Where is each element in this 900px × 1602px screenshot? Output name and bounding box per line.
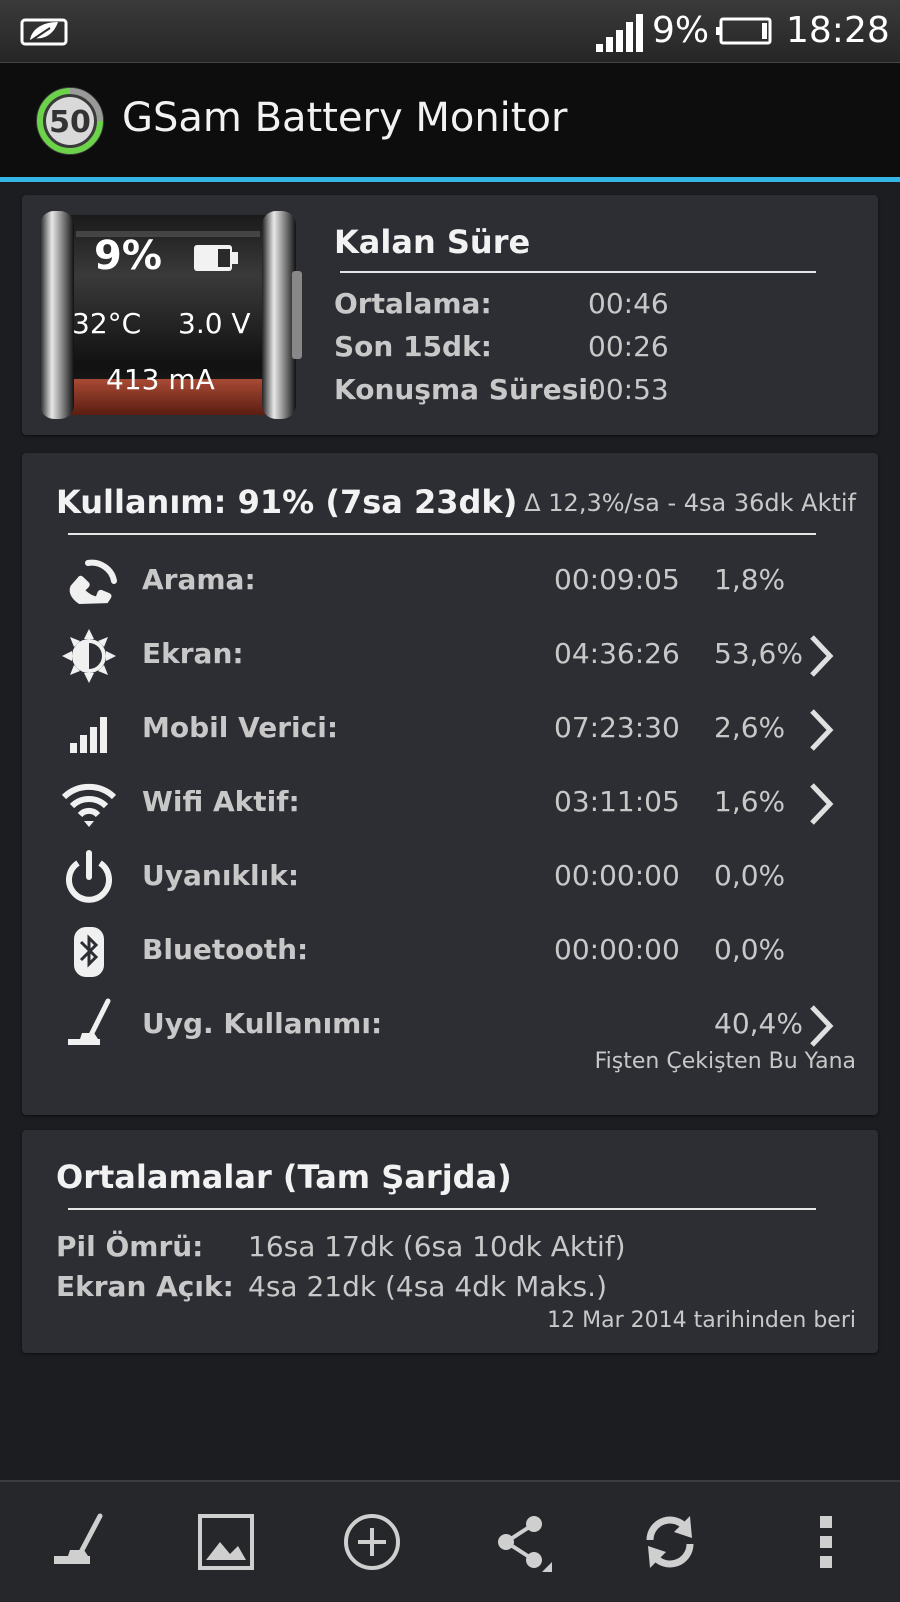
overflow-menu-icon <box>820 1516 832 1568</box>
chevron-right-icon[interactable] <box>806 633 836 679</box>
add-icon <box>344 1514 400 1570</box>
remaining-value: 00:26 <box>588 330 669 363</box>
wifi-icon <box>61 783 117 827</box>
usage-row-awake: Uyanıklık: 00:00:00 0,0% <box>22 841 878 913</box>
app-logo-icon[interactable]: 50 <box>32 83 108 159</box>
battery-summary-card: 9% 32°C 3.0 V 413 mA Kalan Süre Ortalama… <box>22 195 878 435</box>
brightness-icon <box>62 629 116 683</box>
average-label: Ekran Açık: <box>56 1270 234 1303</box>
app-usage-icon <box>68 998 111 1045</box>
usage-percent: 1,8% <box>714 563 786 596</box>
battery-current: 413 mA <box>106 363 215 396</box>
status-bar: 9% 18:28 <box>0 0 900 63</box>
refresh-icon <box>646 1516 694 1568</box>
share-icon <box>498 1516 552 1572</box>
remaining-label: Son 15dk: <box>334 330 492 363</box>
leaf-app-icon <box>20 18 68 46</box>
average-value: 4sa 21dk (4sa 4dk Maks.) <box>248 1270 608 1303</box>
battery-percent: 9% <box>94 233 162 279</box>
averages-card: Ortalamalar (Tam Şarjda) Pil Ömrü: 16sa … <box>22 1130 878 1353</box>
add-button[interactable] <box>332 1504 412 1580</box>
remaining-time-title: Kalan Süre <box>334 223 531 261</box>
usage-percent: 53,6% <box>714 637 803 670</box>
remaining-value: 00:46 <box>588 287 669 320</box>
usage-time: 00:00:00 <box>554 933 680 966</box>
phone-icon <box>69 559 117 605</box>
power-icon <box>66 850 112 903</box>
divider <box>68 533 816 535</box>
status-battery-percent: 9% <box>652 10 710 51</box>
app-title: GSam Battery Monitor <box>122 95 568 141</box>
usage-card: Kullanım: 91% (7sa 23dk) Δ 12,3%/sa - 4s… <box>22 453 878 1115</box>
usage-percent: 40,4% <box>714 1007 803 1040</box>
svg-text:50: 50 <box>49 105 91 140</box>
usage-label: Uyanıklık: <box>142 859 300 892</box>
usage-rate: Δ 12,3%/sa - 4sa 36dk Aktif <box>524 489 856 517</box>
usage-label: Mobil Verici: <box>142 711 339 744</box>
chevron-right-icon[interactable] <box>806 1003 836 1049</box>
usage-row-screen[interactable]: Ekran: 04:36:26 53,6% <box>22 619 878 691</box>
usage-footer: Fişten Çekişten Bu Yana <box>594 1049 856 1074</box>
usage-percent: 2,6% <box>714 711 786 744</box>
divider <box>68 1208 816 1210</box>
usage-row-mobile-radio[interactable]: Mobil Verici: 07:23:30 2,6% <box>22 693 878 765</box>
usage-title: Kullanım: 91% (7sa 23dk) <box>56 483 518 521</box>
usage-percent: 1,6% <box>714 785 786 818</box>
usage-label: Wifi Aktif: <box>142 785 300 818</box>
usage-label: Ekran: <box>142 637 244 670</box>
usage-percent: 0,0% <box>714 933 786 966</box>
remaining-value: 00:53 <box>588 373 669 406</box>
share-button[interactable] <box>482 1504 562 1580</box>
chevron-right-icon[interactable] <box>806 781 836 827</box>
averages-title: Ortalamalar (Tam Şarjda) <box>56 1158 512 1196</box>
status-time: 18:28 <box>786 10 890 51</box>
usage-label: Arama: <box>142 563 256 596</box>
usage-percent: 0,0% <box>714 859 786 892</box>
app-usage-icon <box>54 1513 103 1564</box>
usage-time: 07:23:30 <box>554 711 680 744</box>
usage-time: 00:09:05 <box>554 563 680 596</box>
app-usage-button[interactable] <box>38 1504 118 1580</box>
gallery-button[interactable] <box>186 1504 266 1580</box>
remaining-label: Ortalama: <box>334 287 492 320</box>
usage-label: Uyg. Kullanımı: <box>142 1007 383 1040</box>
average-label: Pil Ömrü: <box>56 1230 204 1263</box>
signal-bars-icon <box>70 717 107 753</box>
usage-time: 03:11:05 <box>554 785 680 818</box>
averages-footer: 12 Mar 2014 tarihinden beri <box>547 1308 856 1333</box>
usage-row-call: Arama: 00:09:05 1,8% <box>22 545 878 617</box>
remaining-label: Konuşma Süresi: <box>334 373 600 406</box>
divider <box>340 271 816 273</box>
refresh-button[interactable] <box>630 1504 710 1580</box>
usage-label: Bluetooth: <box>142 933 309 966</box>
overflow-menu-button[interactable] <box>786 1504 866 1580</box>
usage-time: 00:00:00 <box>554 859 680 892</box>
usage-row-bluetooth: Bluetooth: 00:00:00 0,0% <box>22 915 878 987</box>
bottom-toolbar <box>0 1480 900 1602</box>
battery-icon <box>716 17 772 45</box>
battery-temperature: 32°C <box>72 307 142 340</box>
average-value: 16sa 17dk (6sa 10dk Aktif) <box>248 1230 626 1263</box>
action-bar: 50 GSam Battery Monitor <box>0 63 900 182</box>
bluetooth-icon <box>74 927 104 977</box>
battery-voltage: 3.0 V <box>178 307 251 340</box>
gallery-icon <box>198 1514 254 1570</box>
signal-icon <box>596 14 643 52</box>
usage-time: 04:36:26 <box>554 637 680 670</box>
usage-row-wifi[interactable]: Wifi Aktif: 03:11:05 1,6% <box>22 767 878 839</box>
chevron-right-icon[interactable] <box>806 707 836 753</box>
